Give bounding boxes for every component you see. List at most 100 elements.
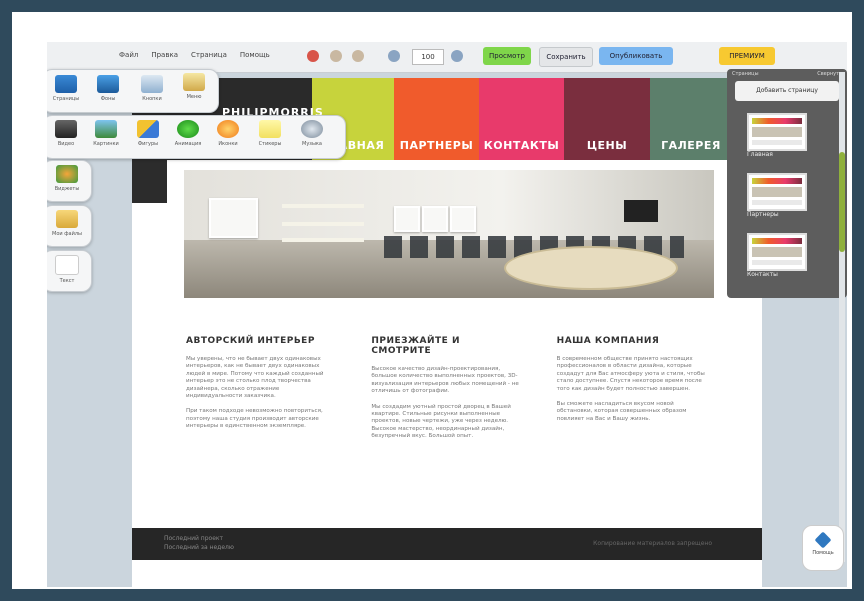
hero-tv (624, 200, 658, 222)
hero-table (504, 246, 678, 290)
tool-text-inner: Текст (49, 255, 85, 284)
buttons-icon (141, 75, 163, 93)
nav-item-contacts[interactable]: КОНТАКТЫ (479, 78, 564, 160)
folder-icon (56, 210, 78, 228)
icons-icon (217, 120, 239, 138)
pages-panel-title: Страницы (732, 71, 759, 77)
animation-icon (177, 120, 199, 138)
editor-window: Файл Правка Страница Помощь 100 Просмотр… (47, 42, 847, 587)
zoom-in-icon[interactable] (451, 50, 463, 62)
hero-image[interactable] (184, 170, 714, 298)
nav-item-gallery[interactable]: ГАЛЕРЕЯ (650, 78, 732, 160)
page-thumb-contacts[interactable] (747, 233, 807, 271)
tool-label: Музыка (302, 141, 322, 147)
tool-text[interactable]: Текст (47, 250, 92, 292)
tool-label: Иконки (218, 141, 238, 147)
tool-panel-basic: Страницы Фоны Кнопки Меню (47, 69, 219, 113)
menu-file[interactable]: Файл (119, 51, 138, 59)
nav-label-partners: ПАРТНЕРЫ (399, 139, 474, 152)
tool-backgrounds[interactable]: Фоны (91, 75, 125, 102)
pages-icon (55, 75, 77, 93)
hero-shelf-3 (282, 238, 364, 242)
hero-painting-4 (450, 206, 476, 232)
tool-label: Стикеры (258, 141, 282, 147)
tool-label: Картинки (93, 141, 119, 147)
tool-label: Анимация (174, 141, 202, 147)
tool-menu[interactable]: Меню (177, 73, 211, 100)
column-company[interactable]: НАША КОМПАНИЯ В современном обществе при… (557, 336, 706, 449)
right-scrollbar[interactable] (839, 72, 845, 562)
help-icon (814, 531, 832, 549)
page-label-home: Главная (747, 151, 773, 158)
zoom-level-input[interactable]: 100 (412, 49, 444, 65)
nav-item-prices[interactable]: ЦЕНЫ (564, 78, 650, 160)
hero-shelf-2 (282, 222, 364, 226)
page-label-partners: Партнеры (747, 211, 779, 218)
tool-label: Виджеты (54, 186, 80, 192)
scrollbar-thumb[interactable] (839, 152, 845, 252)
column-text: Мы уверены, что не бывает двух одинаковы… (186, 356, 324, 400)
nav-label-prices: ЦЕНЫ (586, 139, 628, 152)
tool-animation[interactable]: Анимация (171, 120, 205, 147)
tool-label: Видео (57, 141, 75, 147)
hero-painting-2 (394, 206, 420, 232)
tool-images[interactable]: Картинки (89, 120, 123, 147)
menu-icon (183, 73, 205, 91)
tool-music[interactable]: Музыка (295, 120, 329, 147)
nav-item-partners[interactable]: ПАРТНЕРЫ (394, 78, 479, 160)
tool-pages[interactable]: Страницы (49, 75, 83, 102)
column-title: АВТОРСКИЙ ИНТЕРЬЕР (186, 336, 315, 346)
hero-painting-1 (209, 198, 258, 238)
site-footer[interactable]: Последний проект Последний за неделю Коп… (132, 528, 762, 560)
settings-icon[interactable] (307, 50, 319, 62)
column-text: При таком подходе невозможно повториться… (186, 408, 323, 430)
help-button[interactable]: Помощь (802, 525, 844, 571)
column-text: Мы создадим уютный простой дворец в Ваше… (371, 403, 511, 440)
column-visit[interactable]: ПРИЕЗЖАЙТЕ И СМОТРИТЕ Высокое качество д… (371, 336, 520, 449)
add-page-button[interactable]: Добавить страницу (735, 81, 839, 101)
pages-panel-header: Страницы Свернуть (732, 71, 842, 77)
menu-help[interactable]: Помощь (240, 51, 270, 59)
column-title: ПРИЕЗЖАЙТЕ И СМОТРИТЕ (371, 336, 460, 356)
tool-widgets[interactable]: Виджеты (47, 160, 92, 202)
footer-text-2: Последний за неделю (164, 544, 234, 551)
text-icon (55, 255, 79, 275)
column-title: НАША КОМПАНИЯ (556, 336, 660, 346)
footer-copyright: Копирование материалов запрещено (593, 540, 712, 547)
tool-buttons[interactable]: Кнопки (135, 75, 169, 102)
zoom-out-icon[interactable] (388, 50, 400, 62)
tool-stickers[interactable]: Стикеры (253, 120, 287, 147)
hero-painting-3 (422, 206, 448, 232)
footer-text-1: Последний проект (164, 535, 223, 542)
main-menu: Файл Правка Страница Помощь (119, 51, 270, 59)
column-text: В современном обществе принято настоящих… (556, 356, 705, 392)
page-thumb-home[interactable] (747, 113, 807, 151)
tool-panel-media: Видео Картинки Фигуры Анимация Иконки Ст… (47, 115, 346, 159)
page-thumb-partners[interactable] (747, 173, 807, 211)
save-button[interactable]: Сохранить (539, 47, 593, 67)
premium-button[interactable]: ПРЕМИУМ (719, 47, 775, 65)
help-label: Помощь (812, 550, 834, 556)
column-interior[interactable]: АВТОРСКИЙ ИНТЕРЬЕР Мы уверены, что не бы… (186, 336, 335, 449)
publish-button[interactable]: Опубликовать (599, 47, 673, 65)
menu-page[interactable]: Страница (191, 51, 227, 59)
tool-label: Текст (59, 278, 75, 284)
widgets-icon (56, 165, 78, 183)
tool-icons[interactable]: Иконки (211, 120, 245, 147)
stickers-icon (259, 120, 281, 138)
outer-frame: Файл Правка Страница Помощь 100 Просмотр… (12, 12, 852, 589)
tool-video[interactable]: Видео (49, 120, 83, 147)
preview-button[interactable]: Просмотр (483, 47, 531, 65)
menu-edit[interactable]: Правка (151, 51, 178, 59)
video-icon (55, 120, 77, 138)
undo-icon[interactable] (330, 50, 342, 62)
pages-panel: Страницы Свернуть Добавить страницу Глав… (727, 69, 847, 298)
tool-label: Мои файлы (52, 231, 82, 237)
page-label-contacts: Контакты (747, 271, 778, 278)
backgrounds-icon (97, 75, 119, 93)
tool-shapes[interactable]: Фигуры (131, 120, 165, 147)
redo-icon[interactable] (352, 50, 364, 62)
tool-my-files[interactable]: Мои файлы (47, 205, 92, 247)
tool-label: Страницы (52, 96, 80, 102)
column-text: Высокое качество дизайн-проектирования, … (371, 366, 519, 395)
